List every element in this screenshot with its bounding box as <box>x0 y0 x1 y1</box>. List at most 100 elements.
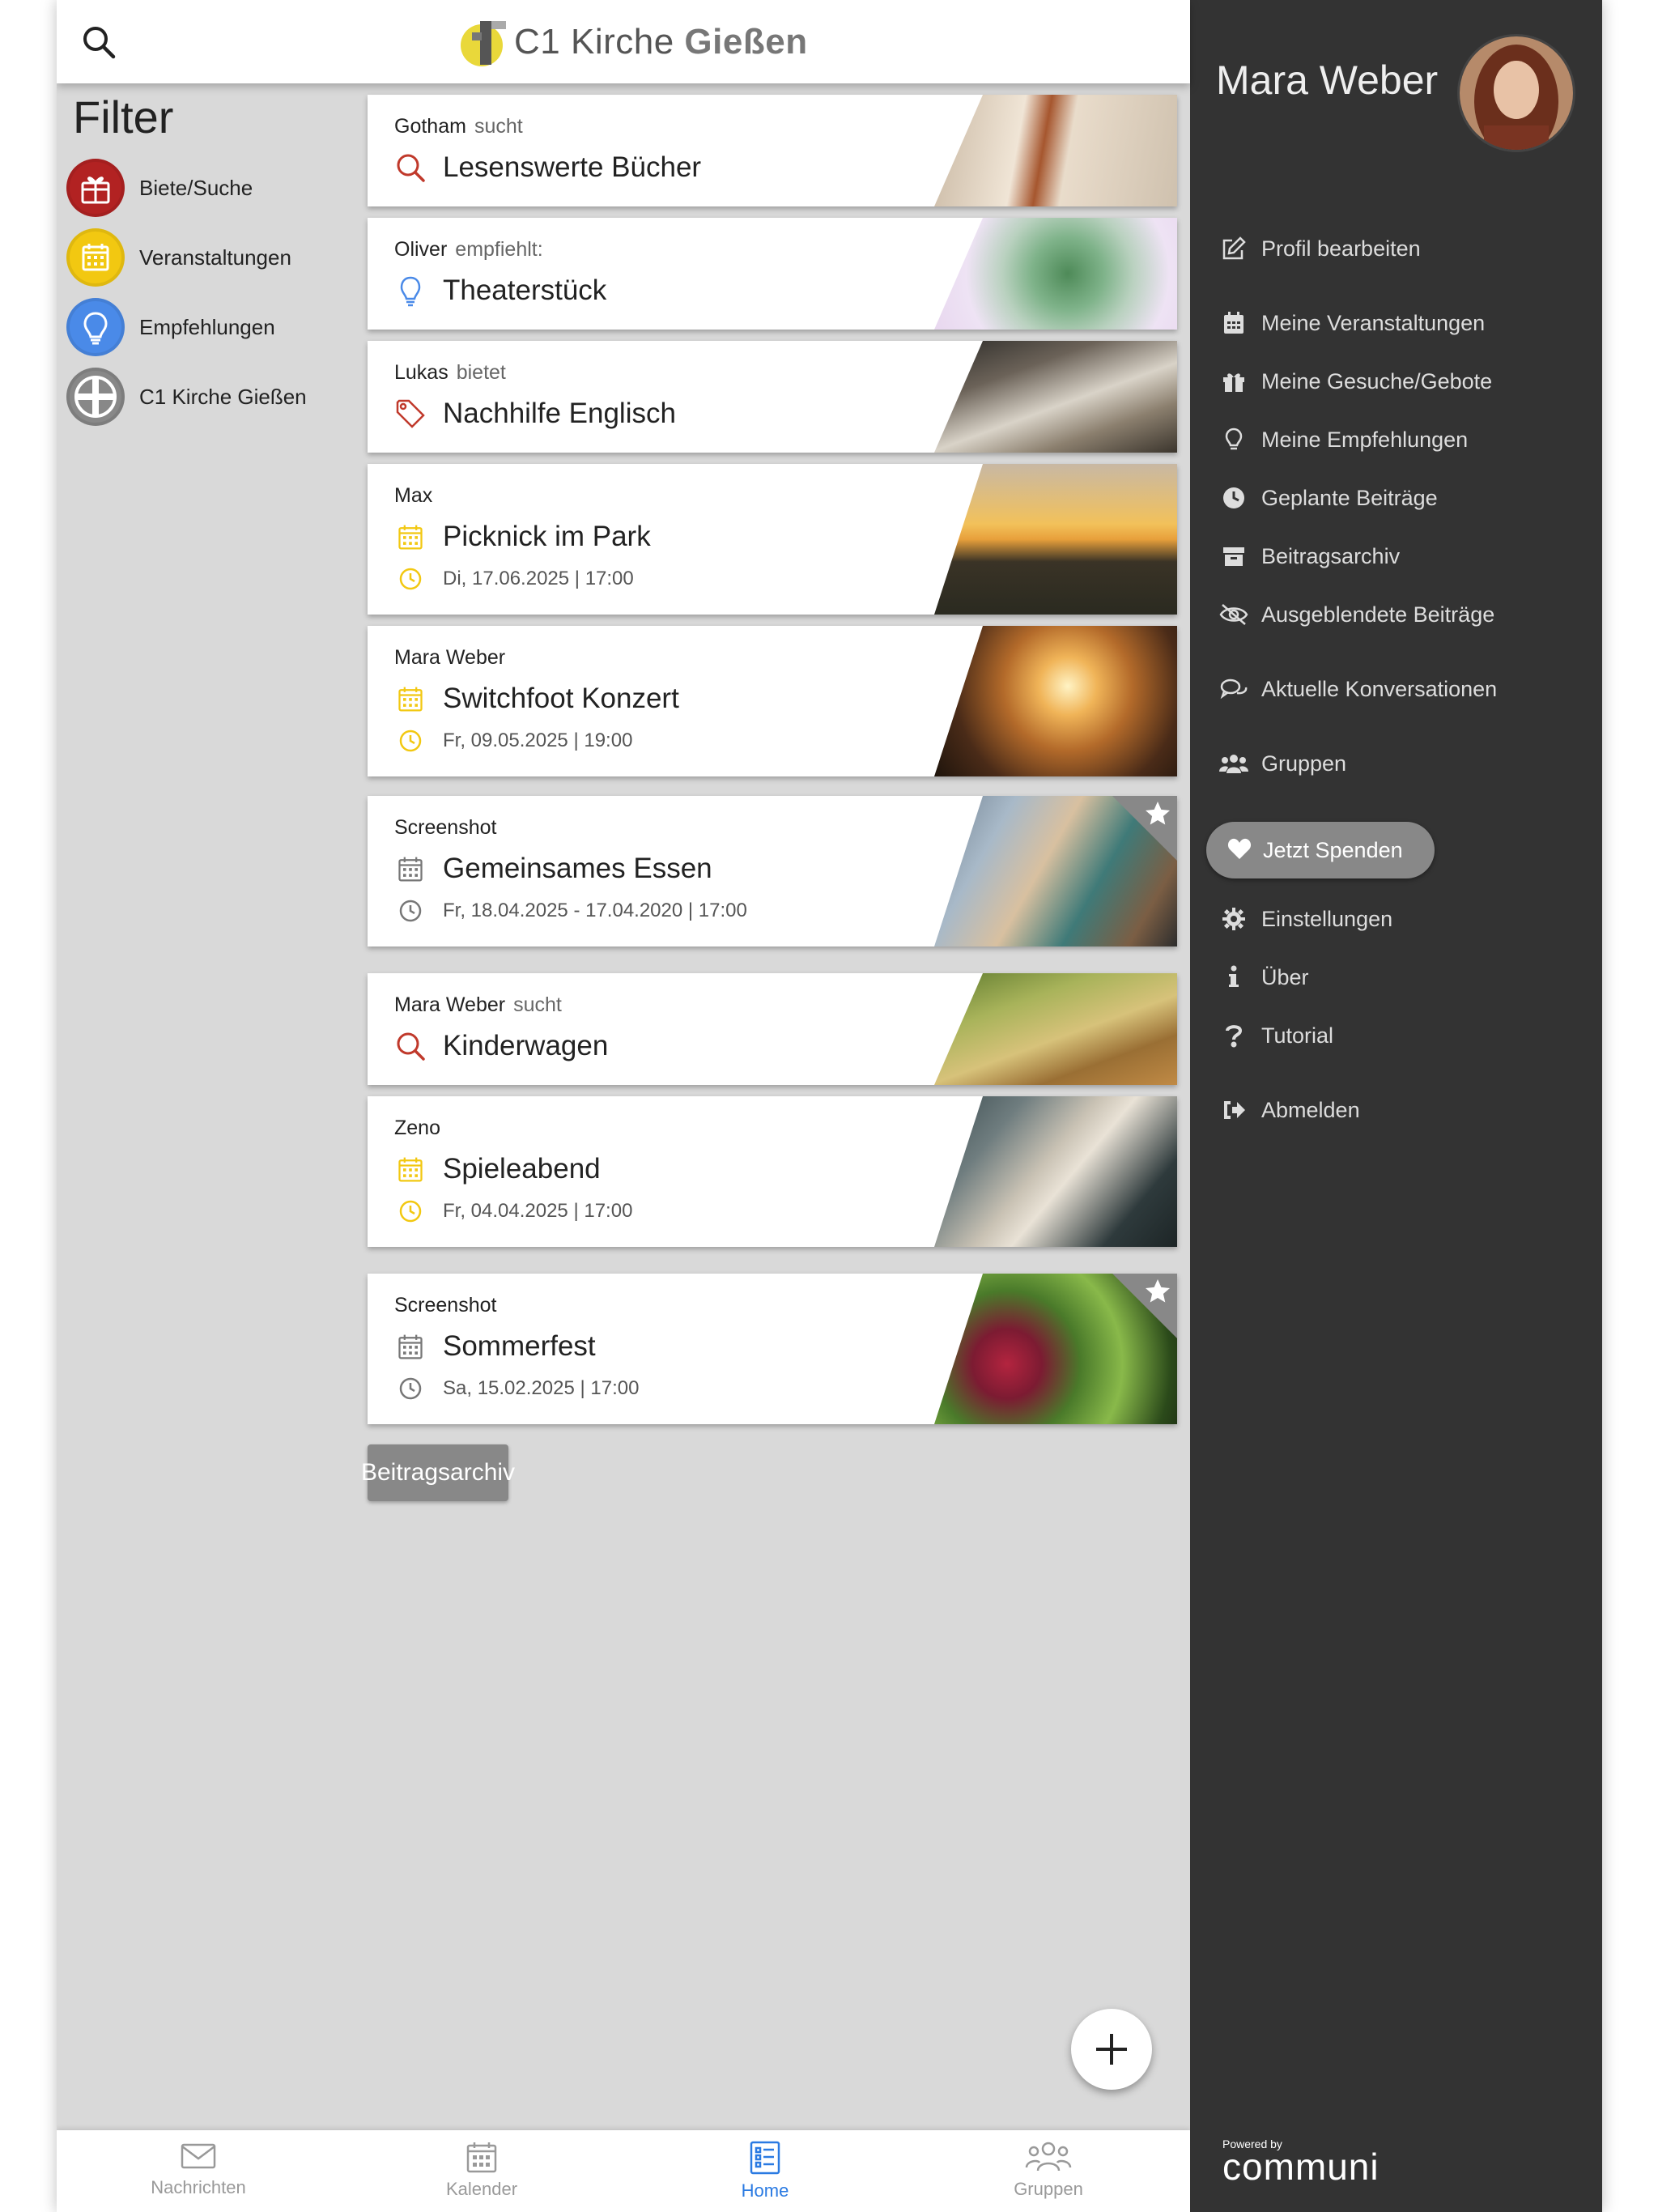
donate-label: Jetzt Spenden <box>1263 837 1403 862</box>
menu-label: Beitragsarchiv <box>1261 543 1401 568</box>
card-verb: empfiehlt: <box>455 238 543 261</box>
menu-label: Meine Empfehlungen <box>1261 427 1469 452</box>
menu-einstellungen[interactable]: Einstellungen <box>1219 899 1392 939</box>
add-post-button[interactable] <box>1071 2009 1152 2090</box>
card-verb: bietet <box>456 361 506 384</box>
archive-icon <box>1219 542 1248 571</box>
calendar-icon <box>66 228 125 287</box>
card-author: Gotham <box>394 115 466 138</box>
card-author: Mara Weber <box>394 993 506 1016</box>
calendar-icon <box>394 1153 427 1185</box>
filter-label: C1 Kirche Gießen <box>139 384 307 409</box>
clock-icon <box>394 895 427 927</box>
card-author: Oliver <box>394 238 448 261</box>
card-date: Fr, 04.04.2025 | 17:00 <box>443 1200 633 1222</box>
card-author: Screenshot <box>394 1294 497 1317</box>
feed-card[interactable]: Lukas bietet Nachhilfe Englisch <box>368 341 1177 453</box>
star-icon <box>1143 1277 1172 1306</box>
filter-title: Filter <box>73 91 174 143</box>
menu-label: Ausgeblendete Beiträge <box>1261 602 1495 627</box>
card-title: Gemeinsames Essen <box>443 853 712 884</box>
clock-icon <box>394 563 427 595</box>
feed-card[interactable]: Zeno Spieleabend Fr, 04.04.2025 | 17:00 <box>368 1096 1177 1247</box>
edit-icon <box>1219 234 1248 263</box>
card-image <box>934 341 1177 453</box>
feed-card[interactable]: Screenshot Sommerfest Sa, 15.02.2025 | 1… <box>368 1274 1177 1424</box>
feed-card[interactable]: Mara Weber Switchfoot Konzert Fr, 09.05.… <box>368 626 1177 776</box>
search-icon <box>394 1030 427 1062</box>
gear-icon <box>1219 904 1248 934</box>
card-image <box>934 464 1177 615</box>
gift-icon <box>1219 367 1248 396</box>
card-title: Lesenswerte Bücher <box>443 151 702 183</box>
menu-gruppen[interactable]: Gruppen <box>1219 743 1346 784</box>
archive-button[interactable]: Beitragsarchiv <box>361 1444 515 1501</box>
menu-ueber[interactable]: Über <box>1219 957 1309 998</box>
card-verb: sucht <box>513 993 562 1016</box>
feed-card[interactable]: Mara Weber sucht Kinderwagen <box>368 973 1177 1085</box>
bottom-navigation: Nachrichten Kalender Home Gruppen <box>57 2130 1190 2212</box>
nav-label: Kalender <box>445 2179 518 2199</box>
menu-aktuelle-konversationen[interactable]: Aktuelle Konversationen <box>1219 669 1497 709</box>
filter-empfehlungen[interactable]: Empfehlungen <box>66 298 275 356</box>
menu-profil-bearbeiten[interactable]: Profil bearbeiten <box>1219 228 1421 269</box>
feed-card[interactable]: Max Picknick im Park Di, 17.06.2025 | 17… <box>368 464 1177 615</box>
calendar-icon <box>394 521 427 553</box>
list-icon <box>750 2141 780 2175</box>
calendar-icon <box>394 683 427 715</box>
lightbulb-icon <box>394 274 427 307</box>
menu-ausgeblendete-beitraege[interactable]: Ausgeblendete Beiträge <box>1219 594 1494 635</box>
feed-card[interactable]: Screenshot Gemeinsames Essen Fr, 18.04.2… <box>368 796 1177 946</box>
card-title: Nachhilfe Englisch <box>443 398 676 429</box>
calendar-icon <box>1219 308 1248 338</box>
app-frame: C1 Kirche Gießen Filter Biete/Suche Vera… <box>57 0 1602 2212</box>
avatar[interactable] <box>1457 34 1575 152</box>
communi-logo: communi <box>1222 2146 1380 2188</box>
nav-gruppen[interactable]: Gruppen <box>907 2130 1190 2212</box>
feed-card[interactable]: Oliver empfiehlt: Theaterstück <box>368 218 1177 330</box>
menu-label: Gruppen <box>1261 751 1347 776</box>
feed-card[interactable]: Gotham sucht Lesenswerte Bücher <box>368 95 1177 206</box>
card-verb: sucht <box>474 115 523 138</box>
menu-tutorial[interactable]: Tutorial <box>1219 1015 1333 1056</box>
gift-icon <box>66 159 125 217</box>
menu-label: Meine Veranstaltungen <box>1261 310 1486 335</box>
filter-biete-suche[interactable]: Biete/Suche <box>66 159 253 217</box>
nav-nachrichten[interactable]: Nachrichten <box>57 2130 340 2212</box>
envelope-icon <box>181 2143 216 2169</box>
lightbulb-icon <box>1219 425 1248 454</box>
nav-kalender[interactable]: Kalender <box>340 2130 623 2212</box>
logo-text: C1 Kirche <box>514 22 685 62</box>
card-image <box>934 626 1177 776</box>
filter-label: Empfehlungen <box>139 314 275 339</box>
menu-geplante-beitraege[interactable]: Geplante Beiträge <box>1219 478 1438 518</box>
info-icon <box>1219 963 1248 992</box>
card-image <box>934 1096 1177 1247</box>
nav-home[interactable]: Home <box>623 2130 907 2212</box>
users-icon <box>1219 749 1248 778</box>
eye-slash-icon <box>1219 600 1248 629</box>
calendar-icon <box>394 1330 427 1363</box>
clock-icon <box>1219 483 1248 513</box>
app-logo: C1 Kirche Gießen <box>457 16 808 68</box>
c1-logo-icon <box>457 16 511 68</box>
filter-veranstaltungen[interactable]: Veranstaltungen <box>66 228 291 287</box>
card-image <box>934 973 1177 1085</box>
card-date: Sa, 15.02.2025 | 17:00 <box>443 1377 640 1399</box>
menu-meine-veranstaltungen[interactable]: Meine Veranstaltungen <box>1219 303 1485 343</box>
menu-abmelden[interactable]: Abmelden <box>1219 1090 1360 1130</box>
menu-meine-empfehlungen[interactable]: Meine Empfehlungen <box>1219 419 1468 460</box>
filter-c1-kirche[interactable]: C1 Kirche Gießen <box>66 368 307 426</box>
clock-icon <box>394 1372 427 1405</box>
menu-beitragsarchiv[interactable]: Beitragsarchiv <box>1219 536 1400 576</box>
card-author: Max <box>394 484 433 507</box>
filter-label: Veranstaltungen <box>139 245 291 270</box>
search-icon[interactable] <box>79 23 118 62</box>
card-date: Fr, 09.05.2025 | 19:00 <box>443 730 633 751</box>
card-date: Fr, 18.04.2025 - 17.04.2020 | 17:00 <box>443 900 747 921</box>
clock-icon <box>394 725 427 757</box>
donate-button[interactable]: Jetzt Spenden <box>1206 822 1435 878</box>
calendar-icon <box>466 2142 497 2173</box>
menu-label: Tutorial <box>1261 1023 1334 1048</box>
menu-meine-gesuche[interactable]: Meine Gesuche/Gebote <box>1219 361 1492 402</box>
